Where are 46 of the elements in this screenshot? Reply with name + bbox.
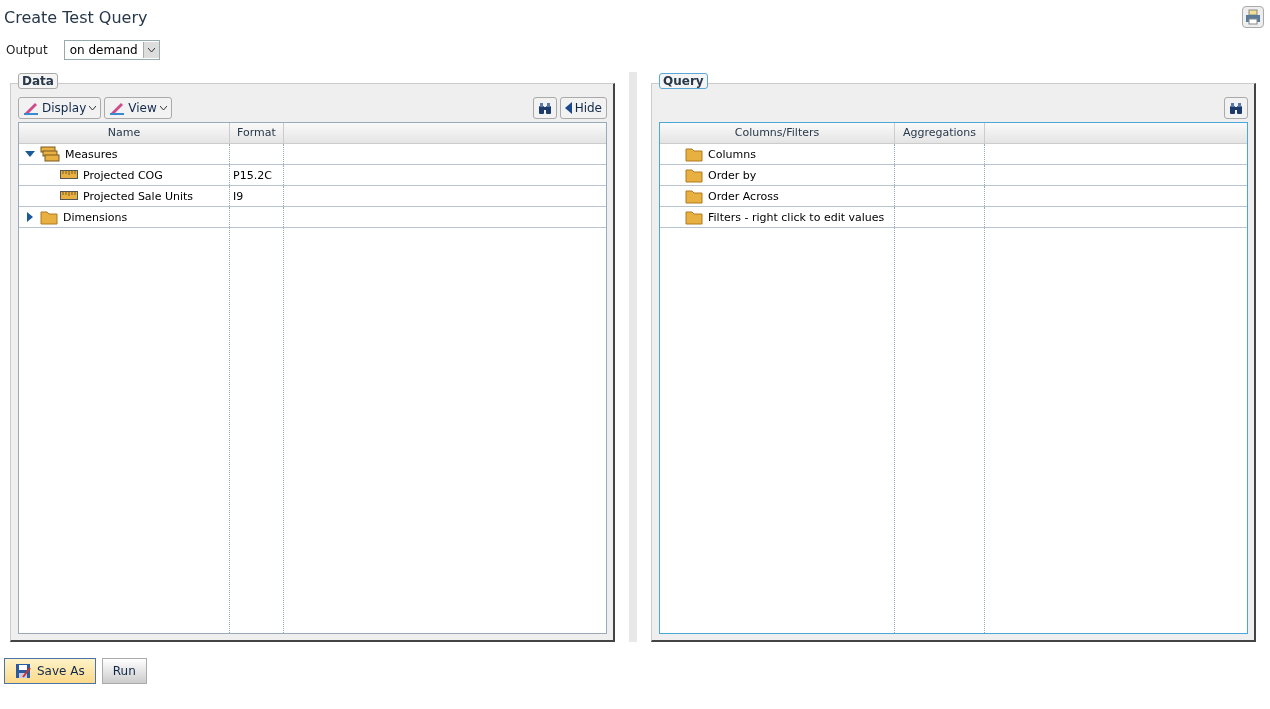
menu-button[interactable]: Display [18,97,102,119]
format-value: I9 [233,189,244,203]
print-button[interactable] [1242,6,1264,28]
pencil-icon [23,101,39,115]
tree-item-label[interactable]: Projected Sale Units [83,189,194,203]
panel-legend: Query [659,73,708,89]
output-label: Output [6,43,48,57]
expand-arrow-icon[interactable] [25,212,35,222]
collapse-arrow-icon[interactable] [25,149,35,159]
folder-icon [685,188,703,204]
stacked-rulers-icon [40,146,60,162]
menu-button[interactable]: View [104,97,172,119]
folder-icon [685,167,703,183]
folder-icon [685,146,703,162]
tree-item-label[interactable]: Projected COG [83,168,163,182]
caret-icon [147,47,155,53]
save-as-button[interactable]: Save As [4,658,96,684]
ruler-icon [60,170,78,180]
query-section-label[interactable]: Columns [708,147,756,161]
left-arrow-icon [564,102,572,114]
query-section-label[interactable]: Order by [708,168,757,182]
binoculars-icon [1229,101,1243,115]
pencil-icon [109,101,126,115]
caret-icon [159,105,167,111]
column-header[interactable]: Format [230,123,284,143]
binoculars-icon [537,101,552,115]
query-section-label[interactable]: Order Across [708,189,779,203]
format-value: P15.2C [233,168,272,182]
column-header[interactable]: Columns/Filters [660,123,895,143]
run-button[interactable]: Run [101,658,147,684]
hide-button[interactable]: Hide [559,97,607,119]
printer-icon [1245,9,1261,25]
search-button[interactable] [1224,97,1248,119]
search-button[interactable] [532,97,557,119]
ruler-icon [60,191,78,201]
output-dropdown[interactable]: on demand [63,40,160,60]
folder-icon [40,209,58,225]
column-header[interactable]: Name [19,123,230,143]
panel-legend: Data [18,73,58,89]
query-section-label[interactable]: Filters - right click to edit values [708,210,885,224]
caret-icon [89,105,97,111]
folder-icon [685,209,703,225]
tree-item-label[interactable]: Measures [65,147,118,161]
tree-item-label[interactable]: Dimensions [63,210,128,224]
column-header[interactable]: Aggregations [895,123,985,143]
page-title: Create Test Query [4,7,148,27]
